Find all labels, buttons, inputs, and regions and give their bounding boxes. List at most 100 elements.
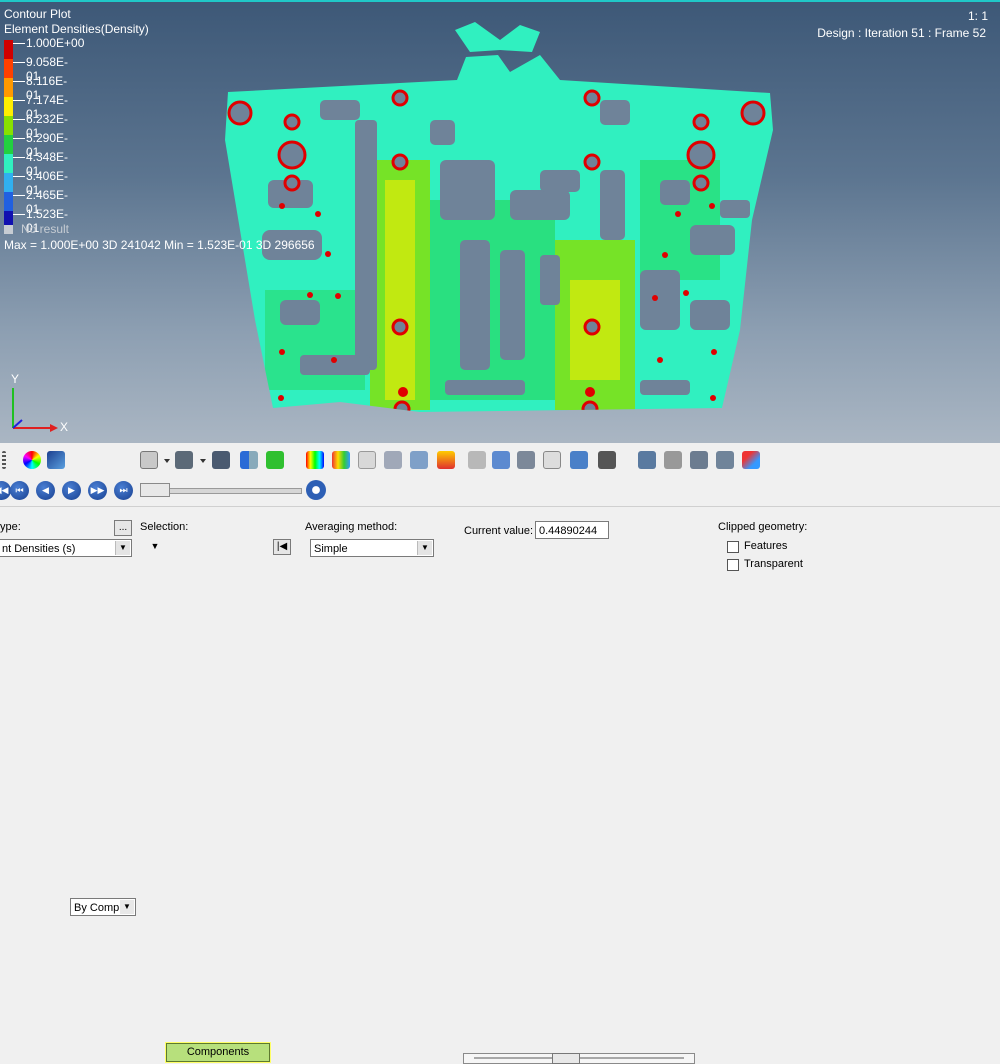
max-element: 3D 241042 — [102, 238, 161, 252]
legend-tick — [13, 138, 25, 139]
results-toolbar: By Comp ▼ — [0, 446, 1000, 916]
no-result-swatch — [4, 225, 13, 234]
result-name: Element Densities(Density) — [4, 22, 149, 36]
frame-info: Design : Iteration 51 : Frame 52 — [817, 26, 986, 40]
chevron-down-icon[interactable]: ▼ — [417, 541, 432, 555]
legend-tick — [13, 43, 25, 44]
contour-model[interactable] — [0, 0, 1000, 443]
legend-swatch — [4, 173, 13, 192]
current-value-slider[interactable] — [463, 1053, 695, 1064]
legend-icon[interactable] — [306, 451, 324, 469]
transparent-label: Transparent — [744, 558, 803, 570]
legend-tick — [13, 214, 25, 215]
next-frame-button[interactable]: ▶▶ — [88, 481, 107, 500]
color-mode-select[interactable]: By Comp ▼ — [70, 898, 136, 916]
vector-icon[interactable] — [332, 451, 350, 469]
no-result-label: No result — [21, 222, 70, 236]
chevron-down-icon[interactable]: ▼ — [120, 900, 134, 914]
legend-tick — [13, 157, 25, 158]
cube-dropdown-icon[interactable] — [164, 459, 170, 463]
graphics-viewport[interactable]: Contour Plot Element Densities(Density) … — [0, 0, 1000, 443]
clip-icon[interactable] — [690, 451, 708, 469]
result-type-select[interactable]: nt Densities (s) ▼ — [0, 539, 132, 557]
min-value: Min = 1.523E-01 — [164, 238, 253, 252]
current-value-input[interactable]: 0.44890244 — [535, 521, 609, 539]
selection-label: Selection: — [140, 521, 189, 533]
legend-swatch — [4, 154, 13, 173]
averaging-select[interactable]: Simple ▼ — [310, 539, 434, 557]
features-checkbox[interactable] — [727, 541, 739, 553]
legend-tick — [13, 100, 25, 101]
axis-y-label: Y — [11, 372, 20, 386]
legend-swatch — [4, 116, 13, 135]
legend-value: 1.000E+00 — [26, 36, 85, 50]
legend-swatch — [4, 192, 13, 211]
previous-frame-button[interactable]: ◀ — [36, 481, 55, 500]
contour-panel: ype: ... nt Densities (s) ▼ Selection: ▼ … — [0, 506, 1000, 1064]
result-type-value: nt Densities (s) — [2, 543, 76, 555]
axis-x-label: X — [60, 420, 69, 434]
plot-icon[interactable] — [742, 451, 760, 469]
section-icon[interactable] — [358, 451, 376, 469]
chevron-down-icon[interactable]: ▼ — [115, 541, 130, 555]
note-icon[interactable] — [570, 451, 588, 469]
axis-triad — [12, 388, 58, 432]
green-box-icon[interactable] — [266, 451, 284, 469]
result-type-label: ype: — [0, 521, 21, 533]
current-value-label: Current value: — [464, 525, 534, 537]
averaging-label: Averaging method: — [305, 521, 398, 533]
legend-no-result: No result — [4, 222, 69, 236]
box-section-icon[interactable] — [384, 451, 402, 469]
averaging-value: Simple — [314, 543, 348, 555]
components-button[interactable]: Components — [165, 1042, 271, 1063]
stack-icon[interactable] — [716, 451, 734, 469]
hotspot-icon[interactable] — [468, 451, 486, 469]
min-element: 3D 296656 — [255, 238, 315, 252]
legend-tick — [13, 119, 25, 120]
comment-icon[interactable] — [664, 451, 682, 469]
gear-icon[interactable] — [306, 480, 326, 500]
reverse-selection-button[interactable]: |◀ — [273, 539, 291, 555]
plot-title: Contour Plot — [4, 7, 71, 21]
cube-dark-dropdown-icon[interactable] — [200, 459, 206, 463]
first-frame-button[interactable]: ⏮ — [10, 481, 29, 500]
top-tab — [455, 22, 540, 52]
query-icon[interactable] — [437, 451, 455, 469]
legend-swatch — [4, 59, 13, 78]
measure-icon[interactable] — [410, 451, 428, 469]
legend-swatch — [4, 135, 13, 154]
view-scale: 1: 1 — [967, 9, 988, 23]
tensor-icon[interactable] — [492, 451, 510, 469]
legend-swatch — [4, 78, 13, 97]
curve-icon[interactable] — [517, 451, 535, 469]
legend-tick — [13, 176, 25, 177]
last-frame-button[interactable]: ⏭ — [114, 481, 133, 500]
max-value: Max = 1.000E+00 — [4, 238, 99, 252]
cube-dark-icon[interactable] — [175, 451, 193, 469]
toolbar-grip-icon — [2, 451, 6, 469]
cube-icon[interactable] — [140, 451, 158, 469]
selection-dropdown-icon[interactable]: ▼ — [146, 539, 164, 555]
transparent-checkbox[interactable] — [727, 559, 739, 571]
color-mode-value: By Comp — [74, 902, 120, 914]
clipped-geometry-label: Clipped geometry: — [718, 521, 808, 533]
legend-stats: Max = 1.000E+00 3D 241042 Min = 1.523E-0… — [4, 238, 315, 252]
mirror-icon[interactable] — [240, 451, 258, 469]
deformed-icon[interactable] — [47, 451, 65, 469]
browse-button[interactable]: ... — [114, 520, 132, 536]
legend-swatch — [4, 40, 13, 59]
animation-slider-thumb[interactable] — [140, 483, 170, 497]
legend-swatch — [4, 97, 13, 116]
current-value-thumb[interactable] — [552, 1053, 581, 1064]
features-label: Features — [744, 540, 788, 552]
play-button[interactable]: ▶ — [62, 481, 81, 500]
animation-slider[interactable] — [140, 483, 302, 497]
legend-tick — [13, 81, 25, 82]
legend-tick — [13, 195, 25, 196]
tracking-icon[interactable] — [598, 451, 616, 469]
component-icon[interactable] — [212, 451, 230, 469]
legend-tick — [13, 62, 25, 63]
transform-icon[interactable] — [638, 451, 656, 469]
table-icon[interactable] — [543, 451, 561, 469]
contour-icon[interactable] — [23, 451, 41, 469]
